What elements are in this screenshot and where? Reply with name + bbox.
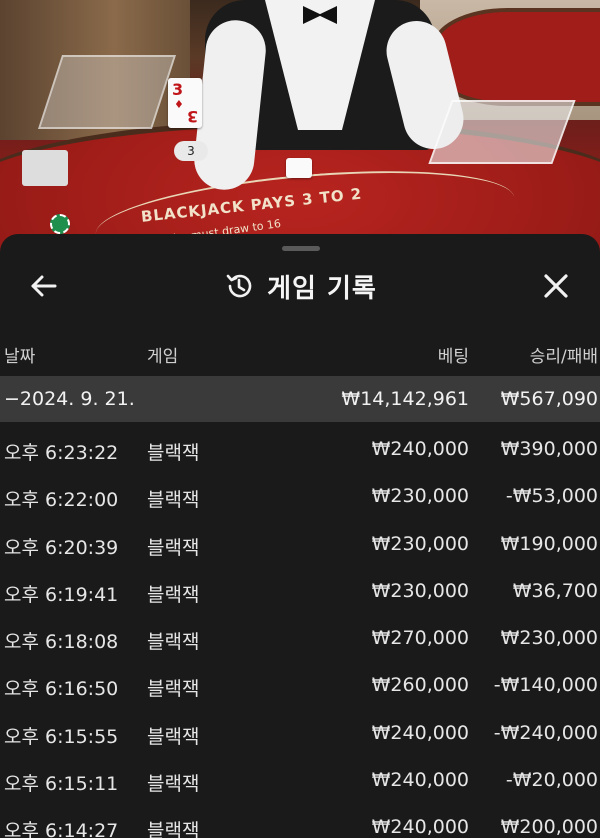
card-rank: 3 [172, 80, 184, 99]
history-list: 오후 6:23:22 블랙잭 ₩240,000 ₩390,000 오후 6:22… [0, 426, 600, 838]
card-shoe [37, 55, 177, 129]
row-time: 오후 6:14:27 [4, 820, 119, 838]
game-history-sheet: 게임 기록 날짜 게임 베팅 승리/패배 −2024. 9. 21. ₩14,1… [0, 234, 600, 838]
row-winloss: -₩20,000 [505, 769, 598, 792]
row-time: 오후 6:16:50 [4, 678, 119, 701]
table-row[interactable]: 오후 6:15:11 블랙잭 ₩240,000 -₩20,000 [0, 757, 600, 804]
table-row[interactable]: 오후 6:15:55 블랙잭 ₩240,000 -₩240,000 [0, 710, 600, 757]
group-date: −2024. 9. 21. [4, 388, 135, 410]
sheet-drag-handle[interactable] [282, 246, 320, 251]
column-header-bet: 베팅 [437, 347, 469, 367]
history-icon [226, 274, 252, 298]
row-bet: ₩230,000 [371, 532, 469, 555]
row-time: 오후 6:22:00 [4, 489, 119, 512]
live-video-background: 3 ♦ 3 3 BLACKJACK PAYS 3 TO 2 Dealer mus… [0, 0, 600, 260]
sheet-title: 게임 기록 [267, 273, 377, 304]
row-bet: ₩230,000 [371, 579, 469, 602]
row-bet: ₩240,000 [371, 721, 469, 744]
column-header-winloss: 승리/패배 [529, 347, 598, 367]
row-game: 블랙잭 [147, 631, 200, 654]
table-row[interactable]: 오후 6:22:00 블랙잭 ₩230,000 -₩53,000 [0, 473, 600, 520]
table-row[interactable]: 오후 6:14:27 블랙잭 ₩240,000 ₩200,000 [0, 804, 600, 838]
row-winloss: ₩230,000 [500, 627, 598, 650]
row-game: 블랙잭 [147, 489, 200, 512]
row-time: 오후 6:15:11 [4, 773, 119, 796]
discard-tray [22, 150, 68, 186]
column-header-date: 날짜 [4, 347, 36, 367]
table-row[interactable]: 오후 6:16:50 블랙잭 ₩260,000 -₩140,000 [0, 662, 600, 709]
card-shoe [428, 100, 576, 164]
row-game: 블랙잭 [147, 536, 200, 559]
diamond-icon: ♦ [174, 98, 184, 111]
table-row[interactable]: 오후 6:20:39 블랙잭 ₩230,000 ₩190,000 [0, 521, 600, 568]
date-group-row[interactable]: −2024. 9. 21. ₩14,142,961 ₩567,090 [0, 376, 600, 422]
card-rank: 3 [186, 107, 198, 126]
row-game: 블랙잭 [147, 725, 200, 748]
column-header-game: 게임 [147, 347, 179, 367]
row-time: 오후 6:19:41 [4, 583, 119, 606]
row-winloss: ₩36,700 [512, 579, 598, 602]
row-bet: ₩240,000 [371, 816, 469, 838]
table-row[interactable]: 오후 6:23:22 블랙잭 ₩240,000 ₩390,000 [0, 426, 600, 473]
close-button[interactable] [538, 268, 574, 304]
table-row[interactable]: 오후 6:18:08 블랙잭 ₩270,000 ₩230,000 [0, 615, 600, 662]
row-game: 블랙잭 [147, 678, 200, 701]
row-bet: ₩260,000 [371, 674, 469, 697]
row-bet: ₩230,000 [371, 485, 469, 508]
row-game: 블랙잭 [147, 583, 200, 606]
row-time: 오후 6:15:55 [4, 725, 119, 748]
sheet-header: 게임 기록 [0, 264, 600, 308]
row-game: 블랙잭 [147, 773, 200, 796]
table-header: 날짜 게임 베팅 승리/패배 [0, 332, 600, 372]
row-game: 블랙잭 [147, 442, 200, 464]
row-bet: ₩240,000 [371, 769, 469, 792]
row-winloss: -₩53,000 [505, 485, 598, 508]
row-winloss: ₩390,000 [500, 438, 598, 460]
table-row[interactable]: 오후 6:19:41 블랙잭 ₩230,000 ₩36,700 [0, 568, 600, 615]
table-card [286, 158, 312, 178]
row-winloss: ₩190,000 [500, 532, 598, 555]
group-total-winloss: ₩567,090 [500, 388, 598, 410]
row-time: 오후 6:20:39 [4, 536, 119, 559]
row-winloss: ₩200,000 [500, 816, 598, 838]
group-total-bet: ₩14,142,961 [341, 388, 469, 410]
row-game: 블랙잭 [147, 820, 200, 838]
row-time: 오후 6:18:08 [4, 631, 119, 654]
dealer-card: 3 ♦ 3 [168, 78, 202, 128]
hand-count-badge: 3 [174, 141, 208, 161]
app-screen: 3 ♦ 3 3 BLACKJACK PAYS 3 TO 2 Dealer mus… [0, 0, 600, 838]
row-bet: ₩270,000 [371, 627, 469, 650]
chip [50, 214, 70, 234]
row-bet: ₩240,000 [371, 438, 469, 460]
close-icon [544, 274, 568, 298]
row-winloss: -₩140,000 [493, 674, 598, 697]
row-winloss: -₩240,000 [493, 721, 598, 744]
row-time: 오후 6:23:22 [4, 442, 119, 464]
